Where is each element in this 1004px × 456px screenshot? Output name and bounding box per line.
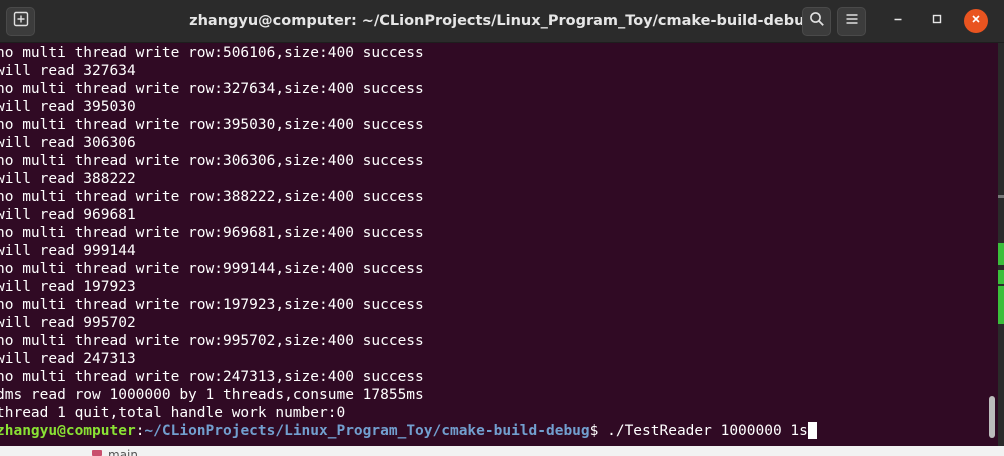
command-input[interactable]: ./TestReader 1000000 1s xyxy=(598,423,808,439)
output-line: will read 197923 xyxy=(0,279,136,295)
output-line: no multi thread write row:388222,size:40… xyxy=(0,189,424,205)
prompt-path: ~/CLionProjects/Linux_Program_Toy/cmake-… xyxy=(144,423,590,439)
new-tab-icon xyxy=(13,11,29,32)
search-button[interactable] xyxy=(802,7,831,36)
output-line: will read 995702 xyxy=(0,315,136,331)
output-line: no multi thread write row:247313,size:40… xyxy=(0,369,424,385)
background-tab-label[interactable]: main xyxy=(108,446,138,456)
minimize-button[interactable] xyxy=(886,9,910,33)
maximize-icon xyxy=(931,12,943,30)
output-line: will read 247313 xyxy=(0,351,136,367)
search-icon xyxy=(809,11,825,32)
minimize-icon xyxy=(892,12,904,30)
output-line: no multi thread write row:969681,size:40… xyxy=(0,225,424,241)
output-line: no multi thread write row:995702,size:40… xyxy=(0,333,424,349)
output-line: no multi thread write row:395030,size:40… xyxy=(0,117,424,133)
output-line: will read 327634 xyxy=(0,63,136,79)
title-bar[interactable]: zhangyu@computer: ~/CLionProjects/Linux_… xyxy=(0,0,1004,43)
output-line: will read 395030 xyxy=(0,99,136,115)
output-line: no multi thread write row:999144,size:40… xyxy=(0,261,424,277)
file-icon xyxy=(92,450,102,456)
output-line: will read 388222 xyxy=(0,171,136,187)
output-line: will read 306306 xyxy=(0,135,136,151)
prompt-line[interactable]: zhangyu@computer:~/CLionProjects/Linux_P… xyxy=(0,422,990,440)
window-title: zhangyu@computer: ~/CLionProjects/Linux_… xyxy=(189,13,815,29)
terminal-output[interactable]: no multi thread write row:506106,size:40… xyxy=(0,43,990,446)
output-line: will read 999144 xyxy=(0,243,136,259)
new-tab-button[interactable] xyxy=(6,7,35,36)
background-window-edge xyxy=(998,43,1004,446)
menu-button[interactable] xyxy=(837,7,866,36)
maximize-button[interactable] xyxy=(925,9,949,33)
close-button[interactable] xyxy=(964,9,988,33)
output-line: will read 969681 xyxy=(0,207,136,223)
output-line: no multi thread write row:197923,size:40… xyxy=(0,297,424,313)
output-line: no multi thread write row:327634,size:40… xyxy=(0,81,424,97)
background-app-strip xyxy=(0,446,1004,456)
prompt-user-host: zhangyu@computer xyxy=(0,423,136,439)
close-icon xyxy=(970,12,982,30)
output-line: dms read row 1000000 by 1 threads,consum… xyxy=(0,387,424,403)
terminal-window: zhangyu@computer: ~/CLionProjects/Linux_… xyxy=(0,0,1004,446)
hamburger-menu-icon xyxy=(844,11,860,32)
text-cursor xyxy=(807,422,817,439)
output-line: no multi thread write row:506106,size:40… xyxy=(0,45,424,61)
output-line: thread 1 quit,total handle work number:0 xyxy=(0,405,346,421)
output-line: no multi thread write row:306306,size:40… xyxy=(0,153,424,169)
vertical-scrollbar[interactable] xyxy=(989,396,995,438)
